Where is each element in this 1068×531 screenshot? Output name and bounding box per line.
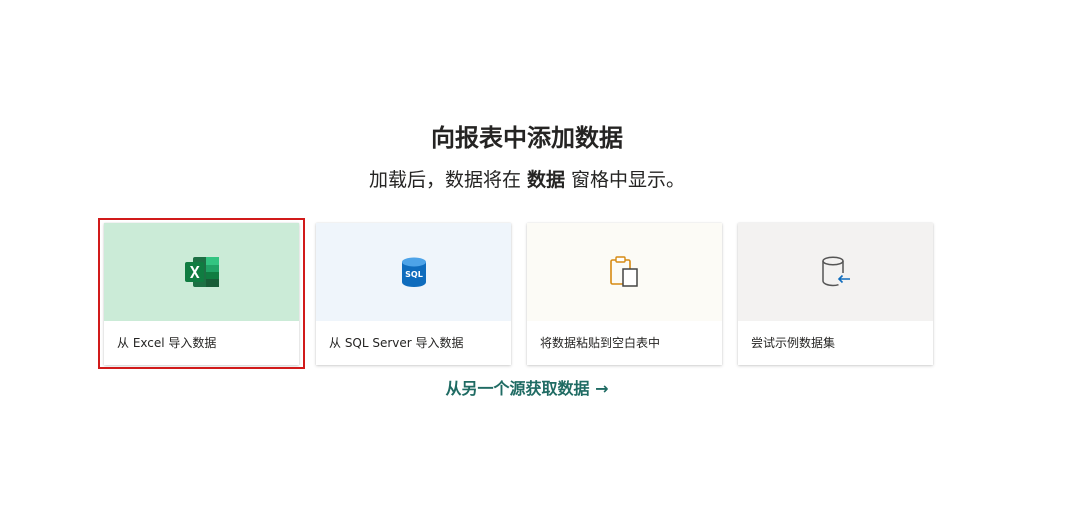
subtitle-text-after: 窗格中显示。 — [565, 169, 686, 191]
sql-card-label: 从 SQL Server 导入数据 — [329, 336, 464, 350]
sql-database-icon: SQL — [401, 257, 427, 287]
excel-card-label: 从 Excel 导入数据 — [117, 336, 217, 350]
clipboard-paste-icon — [609, 256, 640, 288]
sample-dataset-icon — [820, 256, 852, 288]
subtitle-text-before: 加载后，数据将在 — [368, 169, 527, 191]
page-title: 向报表中添加数据 — [431, 124, 623, 152]
excel-import-card[interactable]: 从 Excel 导入数据 — [104, 223, 299, 365]
paste-card-label: 将数据粘贴到空白表中 — [540, 336, 661, 350]
excel-card-header — [104, 223, 299, 321]
subtitle-text-bold: 数据 — [526, 169, 565, 191]
get-data-from-another-source-link[interactable]: 从另一个源获取数据 → — [0, 376, 1054, 402]
sample-dataset-card[interactable]: 尝试示例数据集 — [738, 223, 933, 365]
excel-icon — [184, 257, 219, 287]
page-subtitle: 加载后，数据将在 数据 窗格中显示。 — [0, 165, 1054, 195]
sample-card-label: 尝试示例数据集 — [751, 336, 836, 350]
add-data-page: 向报表中添加数据 加载后，数据将在 数据 窗格中显示。 从 Excel 导入数据… — [0, 0, 1068, 531]
paste-card-header — [527, 223, 722, 321]
svg-text:SQL: SQL — [405, 270, 423, 279]
paste-data-card[interactable]: 将数据粘贴到空白表中 — [527, 223, 722, 365]
sql-server-import-card[interactable]: SQL 从 SQL Server 导入数据 — [316, 223, 511, 365]
sql-card-header: SQL — [316, 223, 511, 321]
sample-card-header — [738, 223, 933, 321]
